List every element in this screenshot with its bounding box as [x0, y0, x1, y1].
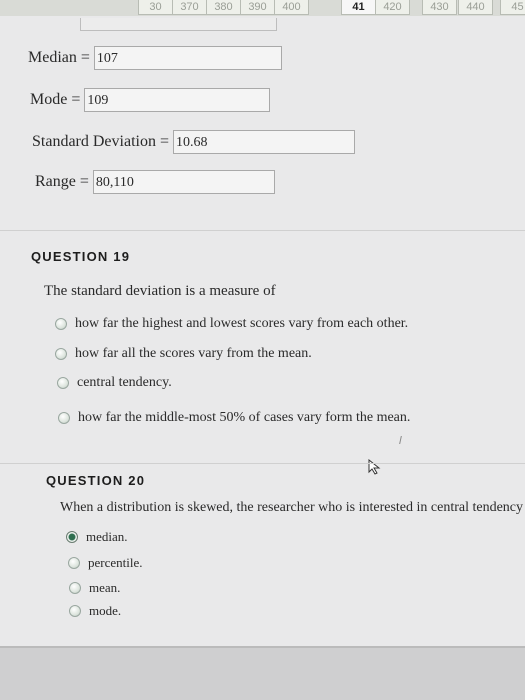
q20-option-label: mean. [89, 580, 121, 595]
sd-input[interactable]: 10.68 [173, 130, 355, 154]
stray-mark [399, 436, 406, 444]
nav-tab[interactable]: 30 [138, 0, 173, 15]
sd-label: Standard Deviation [32, 133, 156, 150]
nav-tab-current[interactable]: 41 [341, 0, 376, 15]
equals-sign: = [79, 173, 89, 190]
mode-label: Mode [30, 91, 68, 108]
median-row: Median = 107 [28, 46, 282, 70]
q19-option-label: how far all the scores vary from the mea… [75, 346, 312, 361]
radio-button[interactable] [68, 557, 80, 569]
q19-option[interactable]: how far the highest and lowest scores va… [55, 316, 408, 332]
q20-option[interactable]: mean. [69, 580, 120, 596]
nav-tab[interactable]: 420 [375, 0, 410, 15]
q19-option[interactable]: central tendency. [57, 375, 172, 391]
radio-button[interactable] [57, 377, 69, 389]
question-divider [0, 463, 525, 464]
q20-option[interactable]: mode. [69, 603, 121, 619]
q20-option[interactable]: median. [66, 529, 128, 545]
q19-option-label: how far the highest and lowest scores va… [75, 316, 409, 331]
question-19-title: QUESTION 19 [31, 249, 131, 264]
question-nav-strip: 30 370 380 390 400 41 420 430 440 45 [0, 0, 525, 16]
equals-sign: = [80, 49, 90, 66]
question-divider [0, 230, 525, 231]
radio-button[interactable] [69, 582, 81, 594]
mouse-pointer-icon [368, 459, 381, 475]
radio-button[interactable] [55, 318, 67, 330]
q20-option-label: mode. [89, 603, 122, 618]
radio-button[interactable] [69, 605, 81, 617]
nav-tab[interactable]: 380 [206, 0, 241, 15]
question-20-prompt: When a distribution is skewed, the resea… [60, 500, 524, 515]
median-input[interactable]: 107 [93, 46, 282, 70]
median-label: Median [28, 49, 77, 66]
nav-tab[interactable]: 390 [240, 0, 275, 15]
q20-option[interactable]: percentile. [68, 555, 143, 571]
nav-tab[interactable]: 430 [422, 0, 457, 15]
equals-sign: = [71, 91, 81, 108]
bottom-panel [0, 648, 525, 700]
equals-sign: = [159, 133, 169, 150]
radio-button-selected[interactable] [66, 531, 78, 543]
q19-option[interactable]: how far all the scores vary from the mea… [55, 346, 312, 362]
nav-tab[interactable]: 400 [274, 0, 309, 15]
mode-row: Mode = 109 [30, 88, 271, 112]
nav-tab[interactable]: 440 [458, 0, 493, 15]
sd-row: Standard Deviation = 10.68 [32, 130, 355, 154]
q19-option-label: central tendency. [77, 375, 172, 390]
question-20-title: QUESTION 20 [46, 473, 146, 488]
q19-option[interactable]: how far the middle-most 50% of cases var… [58, 410, 410, 426]
q20-option-label: median. [86, 529, 128, 544]
q20-option-label: percentile. [88, 555, 143, 570]
nav-tab[interactable]: 45 [500, 0, 525, 15]
radio-button[interactable] [58, 412, 70, 424]
q19-option-label: how far the middle-most 50% of cases var… [78, 410, 411, 425]
radio-button[interactable] [55, 348, 67, 360]
range-input[interactable]: 80,110 [92, 170, 275, 194]
previous-answer-box [80, 18, 277, 31]
range-label: Range [35, 173, 76, 190]
mode-input[interactable]: 109 [84, 88, 271, 112]
question-19-prompt: The standard deviation is a measure of [44, 283, 276, 299]
range-row: Range = 80,110 [35, 170, 275, 194]
nav-tab[interactable]: 370 [172, 0, 207, 15]
